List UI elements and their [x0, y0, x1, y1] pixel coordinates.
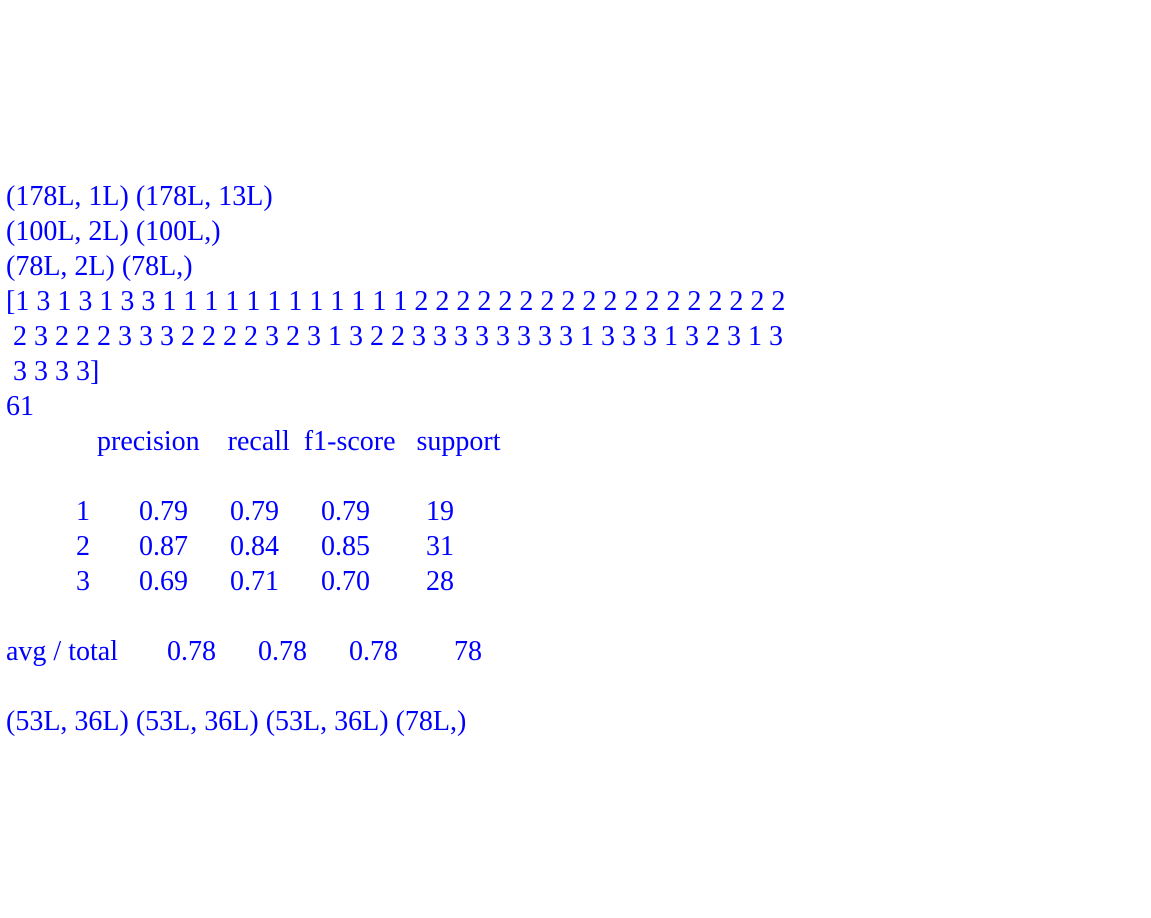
report-header: precision recall f1-score support — [6, 426, 501, 457]
shape-line-3: (78L, 2L) (78L,) — [6, 251, 193, 282]
report-class-3: 3 0.69 0.71 0.70 28 — [6, 566, 454, 597]
count-value: 61 — [6, 391, 34, 422]
report-class-1: 1 0.79 0.79 0.79 19 — [6, 496, 454, 527]
final-shapes: (53L, 36L) (53L, 36L) (53L, 36L) (78L,) — [6, 706, 466, 737]
shape-line-2: (100L, 2L) (100L,) — [6, 216, 221, 247]
console-output: (178L, 1L) (178L, 13L) (100L, 2L) (100L,… — [6, 144, 1145, 739]
predictions-line-2: 2 3 2 2 2 3 3 3 2 2 2 2 3 2 3 1 3 2 2 3 … — [6, 321, 783, 352]
predictions-line-3: 3 3 3 3] — [6, 356, 99, 387]
report-avg-total: avg / total 0.78 0.78 0.78 78 — [6, 636, 482, 667]
predictions-line-1: [1 3 1 3 1 3 3 1 1 1 1 1 1 1 1 1 1 1 1 2… — [6, 286, 785, 317]
shape-line-1: (178L, 1L) (178L, 13L) — [6, 181, 273, 212]
report-class-2: 2 0.87 0.84 0.85 31 — [6, 531, 454, 562]
